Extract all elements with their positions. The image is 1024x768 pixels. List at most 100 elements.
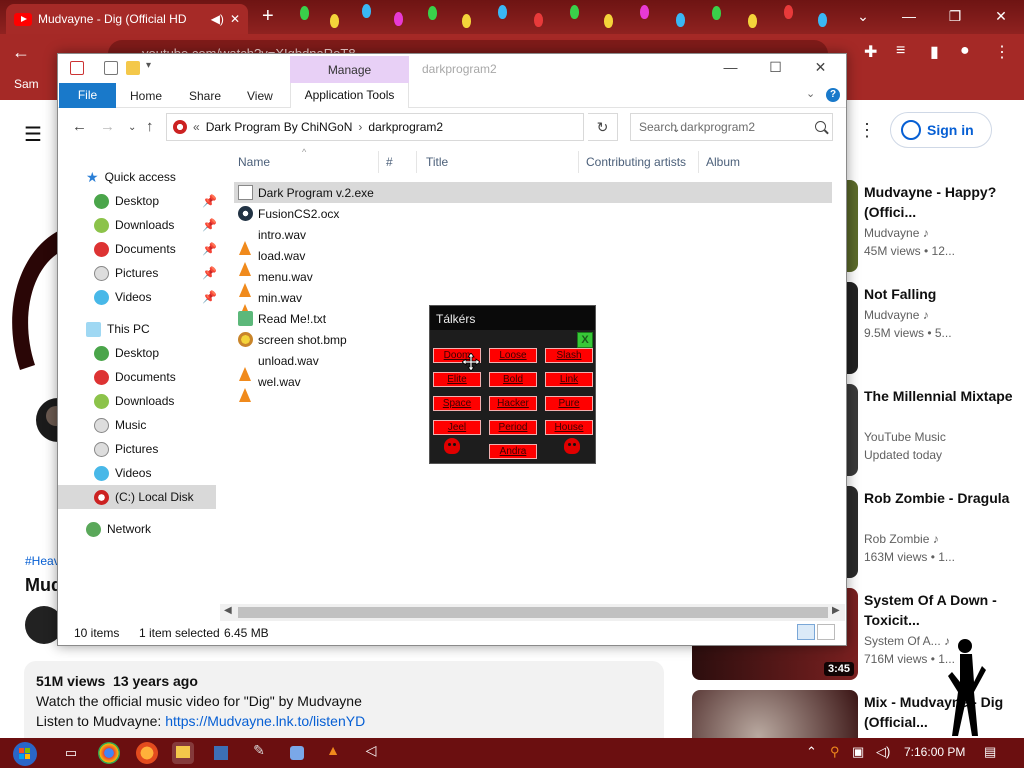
video-player-fragment[interactable] (0, 170, 60, 570)
file-row[interactable]: menu.wav (234, 266, 832, 297)
font-button[interactable]: Andra (489, 444, 537, 459)
column-header-number[interactable]: # (386, 155, 393, 169)
sidebar-item-pc-documents[interactable]: Documents (58, 365, 216, 389)
vlc-taskbar-icon[interactable]: ▲ (322, 742, 344, 764)
task-view-icon[interactable]: ▭ (60, 742, 82, 764)
new-folder-icon[interactable] (126, 61, 140, 75)
settings-kebab-icon[interactable]: ⋮ (858, 120, 876, 141)
breadcrumb-separator-icon[interactable]: › (358, 120, 362, 134)
file-row[interactable]: intro.wav (234, 224, 832, 255)
tab-application-tools[interactable]: Application Tools (290, 83, 409, 108)
column-header-title[interactable]: Title (426, 155, 448, 169)
manage-tab[interactable]: Manage (290, 56, 409, 83)
file-row[interactable]: load.wav (234, 245, 832, 276)
tab-view[interactable]: View (247, 89, 273, 103)
font-button[interactable]: Link (545, 372, 593, 387)
related-video[interactable]: Rob Zombie - Dragula Rob Zombie ♪ 163M v… (692, 486, 1016, 582)
sidebar-item-desktop[interactable]: Desktop (58, 189, 216, 213)
dark-program-title[interactable]: Tálkérs (430, 306, 595, 330)
video-hashtag[interactable]: #Heav (25, 554, 60, 568)
taskbar-clock[interactable]: 7:16:00 PM (904, 745, 965, 759)
scrollbar-thumb[interactable] (238, 607, 828, 618)
notifications-icon[interactable]: ▤ (984, 744, 996, 760)
explorer-titlebar[interactable]: ▾ Manage darkprogram2 — ☐ ✕ (58, 54, 846, 83)
sidebar-item-music[interactable]: Music (58, 413, 216, 437)
up-arrow-icon[interactable]: ↑ (146, 118, 154, 135)
expand-ribbon-icon[interactable]: ⌄ (806, 87, 815, 100)
back-arrow-icon[interactable]: ← (72, 118, 87, 135)
explorer-taskbar-icon[interactable] (172, 742, 194, 764)
column-divider[interactable] (698, 151, 699, 173)
scroll-left-icon[interactable]: ◀ (224, 605, 232, 616)
sign-in-button[interactable]: Sign in (890, 112, 992, 148)
sidebar-item-quick-access[interactable]: ★ Quick access (58, 165, 216, 189)
column-divider[interactable] (578, 151, 579, 173)
file-row[interactable]: Dark Program v.2.exe (234, 182, 832, 203)
sidebar-item-pictures[interactable]: Pictures (58, 261, 216, 285)
tab-file[interactable]: File (59, 83, 116, 108)
app-taskbar-icon[interactable] (286, 742, 308, 764)
sidebar-item-documents[interactable]: Documents (58, 237, 216, 261)
volume-icon[interactable]: ◁) (876, 744, 890, 760)
font-button[interactable]: Elite (433, 372, 481, 387)
sidebar-item-pc-pictures[interactable]: Pictures (58, 437, 216, 461)
network-icon[interactable]: ▣ (852, 744, 864, 760)
file-row[interactable]: FusionCS2.ocx (234, 203, 832, 224)
search-tray-icon[interactable]: ⚲ (830, 744, 840, 760)
customize-qa-icon[interactable]: ▾ (146, 60, 151, 71)
close-tab-icon[interactable]: ✕ (230, 12, 240, 26)
properties-icon[interactable] (104, 61, 118, 75)
related-video[interactable]: 3:45 System Of A Down - Toxicit... Syste… (692, 588, 1016, 684)
close-window-button[interactable]: ✕ (978, 0, 1024, 32)
font-button[interactable]: Loose (489, 348, 537, 363)
close-button[interactable]: ✕ (798, 54, 843, 83)
description-link[interactable]: https://Mudvayne.lnk.to/listenYD (165, 713, 365, 729)
breadcrumb-current[interactable]: darkprogram2 (368, 120, 443, 134)
sidebar-item-network[interactable]: Network (58, 517, 216, 541)
extensions-icon[interactable]: ✚ (864, 42, 877, 62)
scroll-right-icon[interactable]: ▶ (832, 605, 840, 616)
recent-locations-icon[interactable]: ⌄ (128, 122, 136, 133)
column-divider[interactable] (416, 151, 417, 173)
sidebar-item-pc-downloads[interactable]: Downloads (58, 389, 216, 413)
font-button[interactable]: Period (489, 420, 537, 435)
sidebar-item-this-pc[interactable]: This PC (58, 317, 216, 341)
related-video[interactable]: Not Falling Mudvayne ♪ 9.5M views • 5... (692, 282, 1016, 378)
column-header-artists[interactable]: Contributing artists (586, 155, 686, 169)
audio-playing-icon[interactable]: ◀︎) (211, 12, 224, 26)
new-tab-button[interactable]: + (262, 6, 274, 26)
search-input[interactable]: Search darkprogram2 (630, 113, 833, 141)
minimize-button[interactable]: — (708, 54, 753, 83)
dark-close-button[interactable]: X (577, 332, 593, 348)
firefox-taskbar-icon[interactable] (136, 742, 158, 764)
bookmark-item[interactable]: Sam (14, 77, 39, 91)
large-icons-view-icon[interactable] (817, 624, 835, 640)
sidebar-item-local-disk[interactable]: (C:) Local Disk (58, 485, 216, 509)
breadcrumb-overflow[interactable]: « (193, 120, 200, 134)
back-arrow-icon[interactable]: ← (12, 42, 30, 63)
chrome-menu-icon[interactable]: ⋮ (994, 42, 1010, 62)
restore-button[interactable]: ❐ (932, 0, 978, 32)
column-divider[interactable] (378, 151, 379, 173)
maximize-button[interactable]: ☐ (753, 54, 798, 83)
pin-icon[interactable]: 📌 (202, 218, 217, 232)
up-chevron-icon[interactable]: ⌃ (806, 744, 817, 760)
sound-app-taskbar-icon[interactable]: ◁ (360, 742, 382, 764)
pin-icon[interactable]: 📌 (202, 266, 217, 280)
sidebar-item-videos[interactable]: Videos (58, 285, 216, 309)
program-taskbar-icon[interactable] (210, 742, 232, 764)
font-button[interactable]: Pure (545, 396, 593, 411)
chrome-taskbar-icon[interactable] (98, 742, 120, 764)
font-button[interactable]: House (545, 420, 593, 435)
breadcrumb-parent[interactable]: Dark Program By ChiNGoN (206, 120, 353, 134)
horizontal-scrollbar[interactable]: ◀ ▶ (220, 604, 845, 621)
pin-icon[interactable]: 📌 (202, 242, 217, 256)
start-button[interactable] (10, 741, 40, 767)
forward-arrow-icon[interactable]: → (100, 118, 115, 135)
font-button[interactable]: Space (433, 396, 481, 411)
search-icon[interactable] (815, 121, 826, 132)
media-control-icon[interactable]: ≡ (896, 42, 905, 60)
tab-share[interactable]: Share (189, 89, 221, 103)
tab-home[interactable]: Home (130, 89, 162, 103)
address-breadcrumb[interactable]: « Dark Program By ChiNGoN › darkprogram2… (166, 113, 680, 141)
